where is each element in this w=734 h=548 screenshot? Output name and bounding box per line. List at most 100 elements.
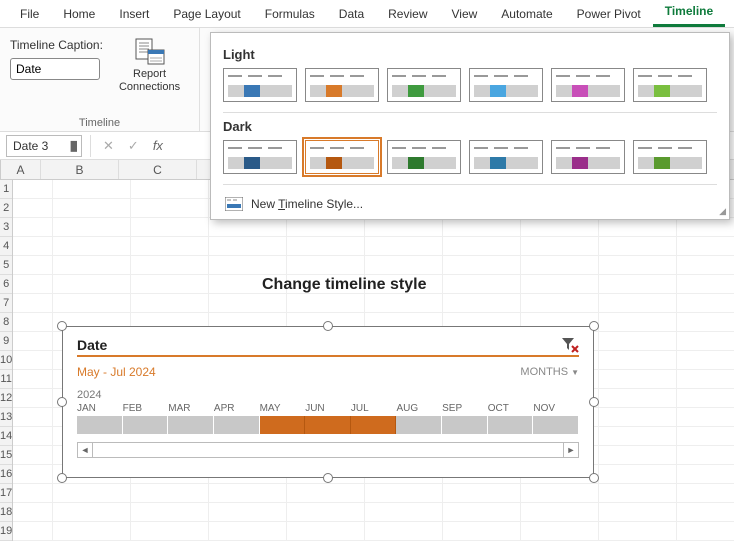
timeline-style-swatch[interactable] (305, 140, 379, 174)
resize-handle-s[interactable] (323, 473, 333, 483)
report-connections-button[interactable]: ReportConnections (115, 34, 184, 115)
cell[interactable] (13, 351, 53, 370)
cell[interactable] (677, 465, 734, 484)
cell[interactable] (13, 256, 53, 275)
cell[interactable] (599, 427, 677, 446)
ribbon-tab-review[interactable]: Review (376, 3, 439, 27)
cell[interactable] (53, 199, 131, 218)
cell[interactable] (599, 256, 677, 275)
cell[interactable] (677, 218, 734, 237)
ribbon-tab-power-pivot[interactable]: Power Pivot (565, 3, 653, 27)
ribbon-tab-formulas[interactable]: Formulas (253, 3, 327, 27)
accept-formula-icon[interactable]: ✓ (124, 138, 143, 154)
cell[interactable] (53, 522, 131, 541)
scroll-track[interactable] (93, 442, 563, 458)
cell[interactable] (521, 294, 599, 313)
timeline-segment[interactable] (396, 416, 442, 434)
cell[interactable] (677, 484, 734, 503)
cell[interactable] (599, 370, 677, 389)
cell[interactable] (521, 275, 599, 294)
timeline-level-selector[interactable]: MONTHS▼ (520, 366, 579, 378)
row-header[interactable]: 13 (0, 408, 12, 427)
cell[interactable] (13, 294, 53, 313)
cell[interactable] (287, 256, 365, 275)
cell[interactable] (131, 180, 209, 199)
cell[interactable] (53, 275, 131, 294)
cell[interactable] (287, 294, 365, 313)
cell[interactable] (13, 465, 53, 484)
row-header[interactable]: 3 (0, 218, 12, 237)
cell[interactable] (677, 427, 734, 446)
timeline-segment[interactable] (305, 416, 351, 434)
cell[interactable] (365, 237, 443, 256)
cell[interactable] (13, 313, 53, 332)
cell[interactable] (599, 522, 677, 541)
cell[interactable] (53, 237, 131, 256)
column-header[interactable]: A (1, 160, 41, 179)
cell[interactable] (131, 522, 209, 541)
cell[interactable] (13, 199, 53, 218)
cell[interactable] (53, 180, 131, 199)
column-header[interactable]: B (41, 160, 119, 179)
timeline-style-swatch[interactable] (305, 68, 379, 102)
fx-icon[interactable]: fx (149, 138, 167, 153)
resize-handle-ne[interactable] (589, 321, 599, 331)
cell[interactable] (599, 294, 677, 313)
resize-handle-sw[interactable] (57, 473, 67, 483)
cell[interactable] (13, 218, 53, 237)
cell[interactable] (287, 503, 365, 522)
cell[interactable] (287, 218, 365, 237)
cell[interactable] (443, 275, 521, 294)
cancel-formula-icon[interactable]: ✕ (99, 138, 118, 154)
timeline-segment[interactable] (214, 416, 260, 434)
cell[interactable] (599, 351, 677, 370)
row-header[interactable]: 8 (0, 313, 12, 332)
row-header[interactable]: 4 (0, 237, 12, 256)
row-header[interactable]: 11 (0, 370, 12, 389)
timeline-segment[interactable] (488, 416, 534, 434)
row-header[interactable]: 6 (0, 275, 12, 294)
cell[interactable] (599, 446, 677, 465)
cell[interactable] (13, 237, 53, 256)
cell[interactable] (131, 199, 209, 218)
cell[interactable] (443, 522, 521, 541)
cell[interactable] (131, 484, 209, 503)
timeline-style-swatch[interactable] (551, 68, 625, 102)
cell[interactable] (677, 256, 734, 275)
cell[interactable] (287, 484, 365, 503)
row-header[interactable]: 5 (0, 256, 12, 275)
cell[interactable] (209, 294, 287, 313)
timeline-segment[interactable] (123, 416, 169, 434)
column-header[interactable]: C (119, 160, 197, 179)
cell[interactable] (209, 503, 287, 522)
cell[interactable] (131, 237, 209, 256)
cell[interactable] (521, 218, 599, 237)
ribbon-tab-insert[interactable]: Insert (107, 3, 161, 27)
cell[interactable] (13, 332, 53, 351)
ribbon-tab-page-layout[interactable]: Page Layout (161, 3, 252, 27)
cell[interactable] (599, 332, 677, 351)
cell[interactable] (131, 503, 209, 522)
row-header[interactable]: 12 (0, 389, 12, 408)
cell[interactable] (599, 313, 677, 332)
cell[interactable] (365, 218, 443, 237)
timeline-slicer[interactable]: Date May - Jul 2024 MONTHS▼ 2024 JANFEBM… (62, 326, 594, 478)
cell[interactable] (53, 484, 131, 503)
scroll-left-button[interactable]: ◄ (77, 442, 93, 458)
cell[interactable] (13, 522, 53, 541)
ribbon-tab-automate[interactable]: Automate (489, 3, 564, 27)
cell[interactable] (521, 522, 599, 541)
cell[interactable] (365, 256, 443, 275)
cell[interactable] (13, 370, 53, 389)
timeline-style-swatch[interactable] (387, 68, 461, 102)
cell[interactable] (443, 256, 521, 275)
timeline-style-swatch[interactable] (223, 68, 297, 102)
cell[interactable] (13, 427, 53, 446)
timeline-style-swatch[interactable] (633, 68, 707, 102)
cell[interactable] (677, 370, 734, 389)
cell[interactable] (13, 484, 53, 503)
row-header[interactable]: 19 (0, 522, 12, 541)
row-header[interactable]: 1 (0, 180, 12, 199)
timeline-style-swatch[interactable] (469, 68, 543, 102)
cell[interactable] (365, 294, 443, 313)
